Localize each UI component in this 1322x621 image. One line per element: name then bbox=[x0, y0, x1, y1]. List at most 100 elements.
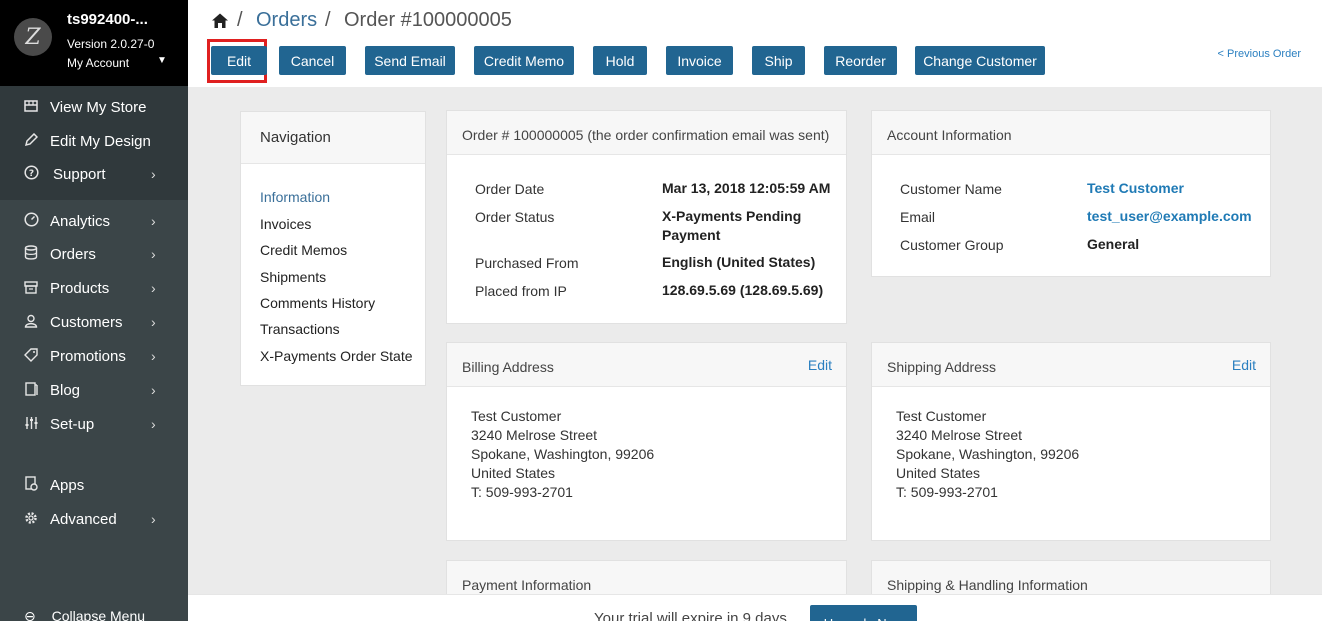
home-icon[interactable] bbox=[211, 12, 229, 30]
email-link[interactable]: test_user@example.com bbox=[1087, 207, 1252, 226]
sidebar-item-promotions[interactable]: Promotions › bbox=[0, 341, 188, 371]
order-info-title: Order # 100000005 (the order confirmatio… bbox=[447, 111, 846, 155]
collapse-menu-button[interactable]: ⊖ Collapse Menu bbox=[24, 608, 145, 621]
sidebar-item-label: Customers bbox=[50, 313, 123, 331]
sidebar-item-label: Support bbox=[53, 165, 106, 183]
sidebar-item-label: Blog bbox=[50, 381, 81, 399]
nav-link-comments-history[interactable]: Comments History bbox=[260, 295, 375, 311]
credit-memo-button[interactable]: Credit Memo bbox=[474, 46, 574, 75]
nav-link-shipments[interactable]: Shipments bbox=[260, 269, 326, 285]
chevron-right-icon: › bbox=[151, 213, 156, 229]
nav-link-transactions[interactable]: Transactions bbox=[260, 321, 340, 337]
gauge-icon bbox=[23, 212, 39, 230]
billing-address-line: Spokane, Washington, 99206 bbox=[471, 446, 655, 462]
previous-order-link[interactable]: < Previous Order bbox=[1218, 48, 1301, 60]
user-icon bbox=[23, 314, 39, 331]
order-status-value: X-Payments Pending Payment bbox=[662, 208, 802, 243]
sidebar-item-support[interactable]: ? Support › bbox=[0, 159, 188, 189]
sidebar-item-label: Apps bbox=[50, 476, 85, 494]
shipping-address-card: Shipping Address Edit Test Customer 3240… bbox=[871, 342, 1271, 541]
navigation-panel: Navigation Information Invoices Credit M… bbox=[240, 111, 426, 386]
sidebar-item-customers[interactable]: Customers › bbox=[0, 307, 188, 337]
navigation-title: Navigation bbox=[241, 112, 425, 164]
ship-button[interactable]: Ship bbox=[752, 46, 805, 75]
chevron-right-icon: › bbox=[151, 314, 156, 330]
sidebar-item-view-my-store[interactable]: View My Store bbox=[0, 92, 188, 122]
database-icon bbox=[23, 245, 39, 263]
tag-icon bbox=[23, 347, 39, 365]
customer-group-value: General bbox=[1087, 236, 1140, 252]
collapse-arrow-icon: ⊖ bbox=[24, 608, 36, 621]
sidebar-item-advanced[interactable]: Advanced › bbox=[0, 504, 188, 534]
sidebar: Z ts992400-... Version 2.0.27-0 My Accou… bbox=[0, 0, 188, 621]
sidebar-item-label: View My Store bbox=[50, 98, 147, 116]
sidebar-item-label: Orders bbox=[50, 245, 96, 263]
breadcrumb-orders-link[interactable]: Orders bbox=[256, 9, 317, 32]
shipping-address-header: Shipping Address Edit bbox=[872, 343, 1270, 387]
shipping-address-line: T: 509-993-2701 bbox=[896, 484, 998, 500]
storefront-icon bbox=[23, 99, 39, 116]
nav-link-credit-memos[interactable]: Credit Memos bbox=[260, 242, 347, 258]
sidebar-item-blog[interactable]: Blog › bbox=[0, 375, 188, 405]
sidebar-account-header: Z ts992400-... Version 2.0.27-0 My Accou… bbox=[0, 0, 188, 86]
shipping-edit-link[interactable]: Edit bbox=[1232, 357, 1256, 373]
my-account-link[interactable]: My Account bbox=[67, 56, 129, 70]
billing-address-line: T: 509-993-2701 bbox=[471, 484, 573, 500]
pencil-icon bbox=[23, 132, 39, 150]
change-customer-button[interactable]: Change Customer bbox=[915, 46, 1045, 75]
order-status-label: Order Status bbox=[475, 209, 555, 225]
collapse-menu-label: Collapse Menu bbox=[51, 608, 146, 621]
chevron-right-icon: › bbox=[151, 348, 156, 364]
sidebar-item-label: Set-up bbox=[50, 415, 95, 433]
send-email-button[interactable]: Send Email bbox=[365, 46, 455, 75]
sidebar-item-products[interactable]: Products › bbox=[0, 273, 188, 303]
sidebar-item-label: Products bbox=[50, 279, 110, 297]
chevron-right-icon: › bbox=[151, 382, 156, 398]
placed-from-ip-label: Placed from IP bbox=[475, 283, 567, 299]
shipping-address-line: Test Customer bbox=[896, 408, 987, 424]
sidebar-item-analytics[interactable]: Analytics › bbox=[0, 206, 188, 236]
svg-text:?: ? bbox=[28, 169, 33, 179]
billing-address-line: Test Customer bbox=[471, 408, 562, 424]
shipping-address-line: United States bbox=[896, 465, 981, 481]
question-icon: ? bbox=[23, 165, 39, 183]
apps-icon bbox=[23, 476, 39, 494]
billing-edit-link[interactable]: Edit bbox=[808, 357, 832, 373]
nav-link-information[interactable]: Information bbox=[260, 189, 330, 205]
billing-address-title: Billing Address bbox=[462, 359, 554, 375]
page-header: / Orders / Order #100000005 Edit Cancel … bbox=[188, 0, 1322, 87]
nav-link-invoices[interactable]: Invoices bbox=[260, 216, 311, 232]
trial-banner: Your trial will expire in 9 days Upgrade… bbox=[188, 594, 1322, 621]
reorder-button[interactable]: Reorder bbox=[824, 46, 897, 75]
sidebar-item-label: Analytics bbox=[50, 212, 111, 230]
edit-button[interactable]: Edit bbox=[211, 46, 267, 75]
billing-address-card: Billing Address Edit Test Customer 3240 … bbox=[446, 342, 847, 541]
sidebar-item-apps[interactable]: Apps bbox=[0, 470, 188, 500]
hold-button[interactable]: Hold bbox=[593, 46, 647, 75]
order-date-label: Order Date bbox=[475, 181, 545, 197]
version-label: Version 2.0.27-0 bbox=[67, 37, 155, 51]
chevron-right-icon: › bbox=[151, 511, 156, 527]
sliders-icon bbox=[23, 416, 39, 433]
billing-address-line: United States bbox=[471, 465, 556, 481]
sidebar-item-edit-my-design[interactable]: Edit My Design bbox=[0, 126, 188, 156]
trial-expiry-text: Your trial will expire in 9 days bbox=[594, 610, 787, 621]
sidebar-item-orders[interactable]: Orders › bbox=[0, 239, 188, 269]
chevron-right-icon: › bbox=[151, 246, 156, 262]
customer-name-label: Customer Name bbox=[900, 181, 1002, 197]
sidebar-item-set-up[interactable]: Set-up › bbox=[0, 409, 188, 439]
shipping-address-title: Shipping Address bbox=[887, 359, 996, 375]
email-label: Email bbox=[900, 209, 936, 225]
chevron-right-icon: › bbox=[151, 166, 156, 182]
cancel-button[interactable]: Cancel bbox=[279, 46, 346, 75]
gear-icon bbox=[23, 511, 39, 528]
sidebar-item-label: Promotions bbox=[50, 347, 126, 365]
sidebar-item-label: Advanced bbox=[50, 510, 117, 528]
caret-down-icon[interactable]: ▼ bbox=[157, 55, 167, 66]
order-info-card: Order # 100000005 (the order confirmatio… bbox=[446, 110, 847, 324]
customer-group-label: Customer Group bbox=[900, 237, 1004, 253]
upgrade-now-button[interactable]: Upgrade Now bbox=[810, 605, 917, 621]
nav-link-x-payments-order-state[interactable]: X-Payments Order State bbox=[260, 348, 413, 364]
customer-name-link[interactable]: Test Customer bbox=[1087, 179, 1184, 198]
invoice-button[interactable]: Invoice bbox=[666, 46, 733, 75]
